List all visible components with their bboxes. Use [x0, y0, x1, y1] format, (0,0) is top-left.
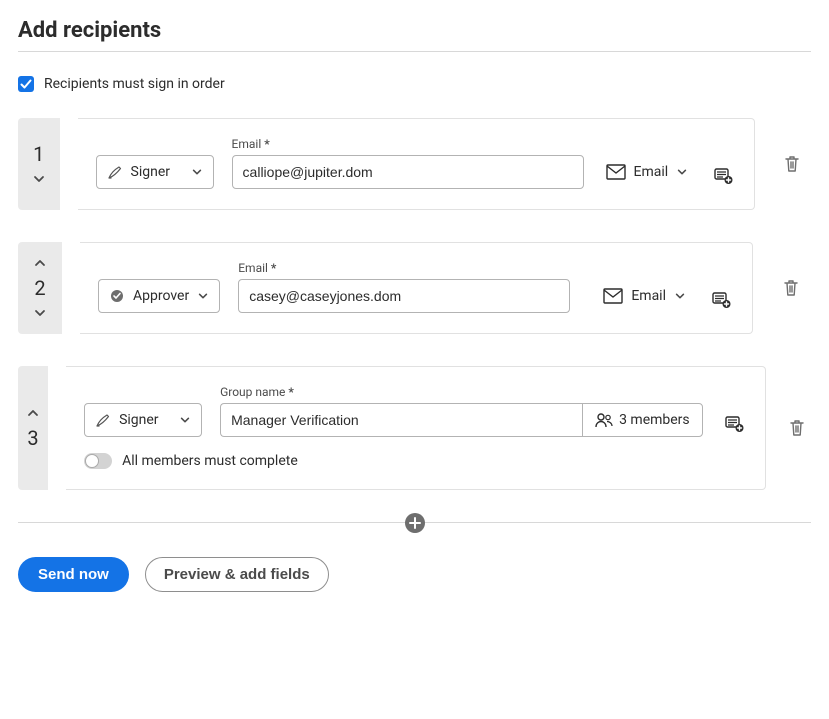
role-select[interactable]: Signer — [96, 155, 214, 189]
add-message-button[interactable] — [708, 287, 734, 313]
order-column: 3 — [18, 366, 48, 490]
pen-icon — [95, 412, 111, 428]
email-field-label: Email * — [232, 137, 584, 151]
delivery-method-label: Email — [634, 164, 669, 180]
order-column: 1 — [18, 118, 60, 210]
role-label: Approver — [133, 288, 189, 304]
add-recipient-button[interactable] — [405, 513, 425, 533]
chevron-up-icon — [33, 256, 47, 270]
recipient-row: 3 Signer Group name * — [18, 366, 811, 490]
move-down-button[interactable] — [32, 172, 46, 186]
delete-recipient-button[interactable] — [778, 275, 804, 301]
all-members-toggle[interactable] — [84, 453, 112, 469]
delete-recipient-button[interactable] — [779, 151, 805, 177]
email-field[interactable] — [232, 155, 584, 189]
order-number: 1 — [33, 142, 44, 166]
delivery-method-select[interactable]: Email — [602, 155, 693, 189]
add-message-button[interactable] — [710, 163, 736, 189]
delivery-method-label: Email — [631, 288, 666, 304]
chevron-down-icon — [191, 166, 203, 178]
role-label: Signer — [131, 164, 170, 180]
chevron-down-icon — [197, 290, 209, 302]
approve-icon — [109, 288, 125, 304]
order-number: 2 — [34, 276, 45, 300]
preview-add-fields-button[interactable]: Preview & add fields — [145, 557, 329, 592]
recipient-card: Signer Email * Email — [78, 118, 756, 210]
toggle-knob — [85, 454, 99, 468]
message-plus-icon — [711, 290, 731, 310]
footer-actions: Send now Preview & add fields — [18, 557, 811, 592]
check-icon — [20, 78, 32, 90]
move-up-button[interactable] — [33, 256, 47, 270]
email-field[interactable] — [238, 279, 570, 313]
members-label: 3 members — [619, 412, 690, 428]
trash-icon — [782, 154, 802, 174]
message-plus-icon — [724, 414, 744, 434]
chevron-down-icon — [676, 166, 688, 178]
add-recipient-divider — [18, 522, 811, 523]
order-column: 2 — [18, 242, 62, 334]
trash-icon — [781, 278, 801, 298]
pen-icon — [107, 164, 123, 180]
trash-icon — [787, 418, 807, 438]
plus-icon — [409, 517, 421, 529]
all-members-toggle-label: All members must complete — [122, 453, 298, 469]
move-down-button[interactable] — [33, 306, 47, 320]
chevron-up-icon — [26, 406, 40, 420]
move-up-button[interactable] — [26, 406, 40, 420]
message-plus-icon — [713, 166, 733, 186]
recipient-card: Signer Group name * — [66, 366, 766, 490]
delete-recipient-button[interactable] — [784, 415, 810, 441]
page-title: Add recipients — [18, 18, 811, 43]
group-name-label: Group name * — [220, 385, 703, 399]
order-number: 3 — [27, 426, 38, 450]
members-icon — [595, 412, 613, 428]
chevron-down-icon — [32, 172, 46, 186]
role-select[interactable]: Signer — [84, 403, 202, 437]
delivery-method-select[interactable]: Email — [599, 279, 690, 313]
recipient-row: 2 Approver Email * — [18, 242, 811, 334]
sign-order-checkbox[interactable] — [18, 76, 34, 92]
role-select[interactable]: Approver — [98, 279, 220, 313]
recipient-card: Approver Email * Email — [80, 242, 753, 334]
mail-icon — [606, 164, 626, 180]
members-button[interactable]: 3 members — [582, 403, 703, 437]
chevron-down-icon — [33, 306, 47, 320]
email-field-label: Email * — [238, 261, 581, 275]
group-name-field[interactable] — [220, 403, 582, 437]
chevron-down-icon — [179, 414, 191, 426]
all-members-toggle-row: All members must complete — [84, 453, 747, 469]
sign-order-row: Recipients must sign in order — [18, 76, 811, 92]
sign-order-label: Recipients must sign in order — [44, 76, 225, 92]
mail-icon — [603, 288, 623, 304]
add-message-button[interactable] — [721, 411, 747, 437]
send-now-button[interactable]: Send now — [18, 557, 129, 592]
role-label: Signer — [119, 412, 158, 428]
recipient-row: 1 Signer Email * — [18, 118, 811, 210]
chevron-down-icon — [674, 290, 686, 302]
title-divider — [18, 51, 811, 52]
